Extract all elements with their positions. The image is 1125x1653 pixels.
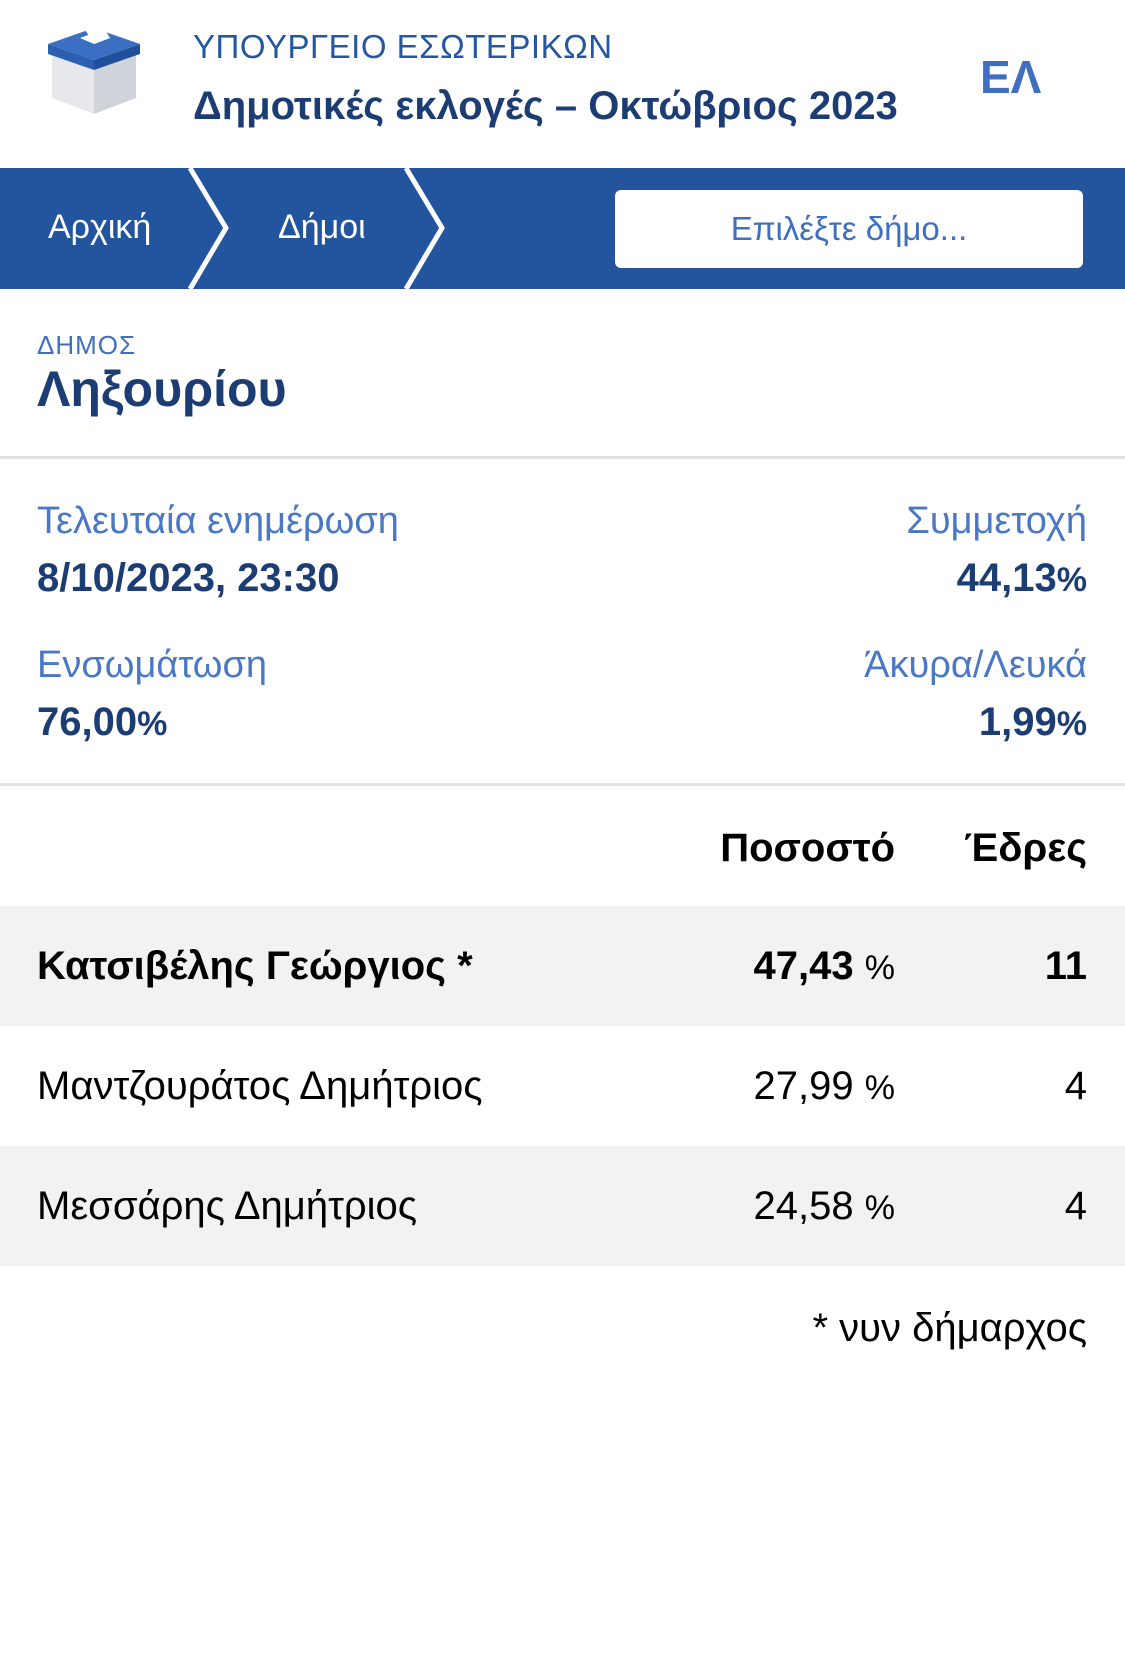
invalid-blank-number: 1,99 (978, 700, 1057, 744)
candidate-seats: 4 (1064, 1184, 1087, 1228)
table-row[interactable]: Μεσσάρης Δημήτριος 24,58 % 4 (0, 1146, 1125, 1266)
app-header: ΥΠΟΥΡΓΕΙΟ ΕΣΩΤΕΡΙΚΩΝ Δημοτικές εκλογές –… (0, 0, 1125, 168)
column-header-percentage: Ποσοστό (720, 826, 895, 870)
candidate-percentage-number: 27,99 (753, 1064, 854, 1108)
divider (0, 783, 1125, 786)
candidate-percentage-unit: % (864, 949, 895, 987)
candidate-seats: 4 (1064, 1064, 1087, 1108)
candidate-percentage: 47,43 % (754, 944, 895, 989)
integration-label: Ενσωμάτωση (37, 644, 268, 686)
candidate-name: Μαντζουράτος Δημήτριος (37, 1064, 483, 1108)
incumbent-footnote: * νυν δήμαρχος (812, 1306, 1087, 1350)
last-update-value: 8/10/2023, 23:30 (37, 556, 340, 600)
ministry-name: ΥΠΟΥΡΓΕΙΟ ΕΣΩΤΕΡΙΚΩΝ (193, 28, 613, 65)
integration-number: 76,00 (37, 700, 138, 744)
municipality-name: Ληξουρίου (37, 361, 287, 417)
candidate-percentage: 24,58 % (754, 1184, 895, 1229)
table-row[interactable]: Μαντζουράτος Δημήτριος 27,99 % 4 (0, 1026, 1125, 1146)
integration-percent-sign: % (137, 705, 168, 743)
municipality-label: ΔΗΜΟΣ (37, 330, 137, 360)
candidate-name: Μεσσάρης Δημήτριος (37, 1184, 418, 1228)
candidate-percentage-unit: % (864, 1069, 895, 1107)
candidate-percentage-number: 24,58 (753, 1184, 854, 1228)
divider (0, 456, 1125, 459)
nav-bar: Αρχική Δήμοι Επιλέξτε δήμο... (0, 168, 1125, 289)
candidate-name: Κατσιβέλης Γεώργιος * (37, 944, 473, 988)
candidate-percentage: 27,99 % (754, 1064, 895, 1109)
table-row[interactable]: Κατσιβέλης Γεώργιος * 47,43 % 11 (0, 906, 1125, 1026)
invalid-blank-percent-sign: % (1056, 705, 1087, 743)
column-header-seats: Έδρες (964, 826, 1087, 870)
invalid-blank-value: 1,99% (979, 700, 1087, 745)
invalid-blank-label: Άκυρα/Λευκά (864, 644, 1087, 686)
breadcrumb-municipalities[interactable]: Δήμοι (278, 208, 366, 247)
last-update-label: Τελευταία ενημέρωση (37, 500, 399, 542)
turnout-label: Συμμετοχή (906, 500, 1087, 542)
language-switch[interactable]: ΕΛ (980, 50, 1041, 104)
turnout-number: 44,13 (956, 556, 1057, 600)
candidate-percentage-unit: % (864, 1189, 895, 1227)
integration-value: 76,00% (37, 700, 167, 745)
ballot-box-icon (48, 24, 140, 114)
candidate-percentage-number: 47,43 (753, 944, 854, 988)
municipality-select[interactable]: Επιλέξτε δήμο... (615, 190, 1083, 268)
election-title[interactable]: Δημοτικές εκλογές – Οκτώβριος 2023 (193, 84, 933, 129)
turnout-percent-sign: % (1056, 561, 1087, 599)
candidate-seats: 11 (1044, 944, 1087, 988)
breadcrumb-home[interactable]: Αρχική (48, 208, 151, 247)
turnout-value: 44,13% (957, 556, 1087, 601)
municipality-select-placeholder: Επιλέξτε δήμο... (730, 210, 968, 247)
